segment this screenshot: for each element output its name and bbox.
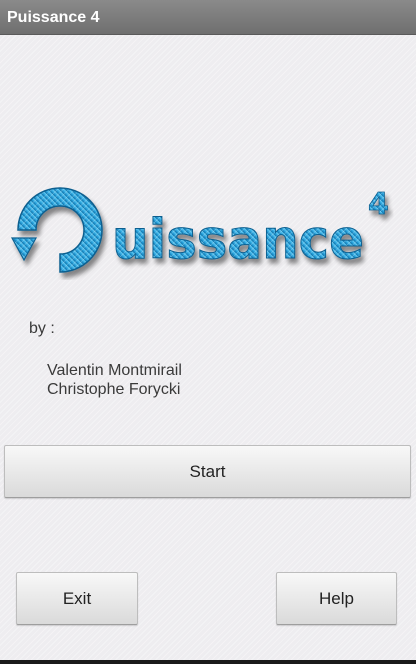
logo-p-mark [10,187,103,273]
logo-superscript-4: 4 [368,187,389,222]
screen-bottom-edge [0,660,416,664]
app-title: Puissance 4 [7,9,100,26]
title-bar: Puissance 4 [0,0,416,35]
help-button[interactable]: Help [276,572,397,625]
puissance-logo: uissance 4 [10,180,394,280]
exit-button[interactable]: Exit [16,572,138,625]
start-button[interactable]: Start [4,445,411,498]
logo-wordmark: uissance [112,208,364,271]
author-name: Christophe Forycki [47,381,181,398]
credits-by-label: by : [29,320,55,337]
author-name: Valentin Montmirail [47,362,182,379]
app-screen: Puissance 4 uissance 4 by: Valentin Mon… [0,0,416,664]
